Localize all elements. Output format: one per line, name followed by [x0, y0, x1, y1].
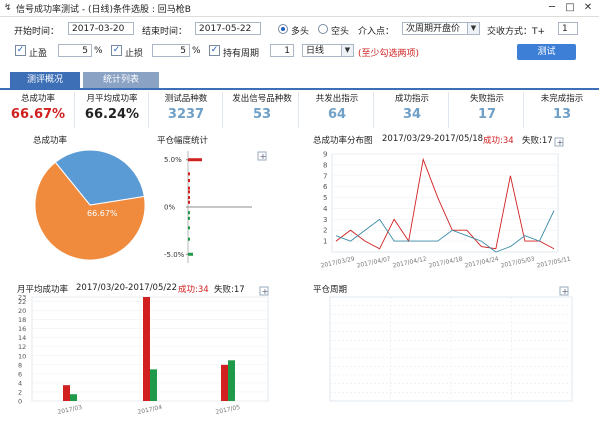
monthly-bar [221, 364, 228, 401]
dist-line-chart: 9876543212017/03/29 2017/04/07 2017/04/12 2… [320, 137, 572, 270]
hist-bar-up [188, 179, 190, 183]
expand-icon-glyph: + [557, 138, 564, 147]
hist-bar-up [188, 186, 190, 190]
hist-bar-down [188, 252, 193, 256]
dist-y-label: 5 [323, 194, 327, 202]
hist-bar-down [188, 211, 190, 215]
hist-bar-up [188, 172, 190, 176]
pie-slice-label: 66.67% [87, 209, 118, 218]
monthly-x-label: 2017/05 [215, 404, 241, 416]
hist-bar-up [188, 200, 190, 204]
hist-bar-down [188, 226, 190, 230]
hold-period-chart: + [329, 286, 573, 402]
hist-chart: 5.0% 0% -5.0% + [164, 151, 267, 263]
pie-chart: 66.67% [34, 149, 146, 261]
dist-x-label: 2017/04/12 [392, 255, 427, 269]
monthly-y-label: 6 [18, 370, 22, 378]
monthly-y-label: 20 [18, 307, 26, 315]
monthly-y-label: 16 [18, 325, 26, 333]
monthly-bar-chart: 2322201816141210864202017/03 2017/04 2017/… [18, 286, 269, 416]
dist-y-label: 3 [323, 216, 327, 224]
hist-bar-down [188, 237, 190, 241]
dist-x-label: 2017/05/11 [536, 255, 571, 269]
dist-y-label: 4 [323, 205, 328, 213]
expand-icon-glyph: + [562, 287, 569, 296]
monthly-y-label: 14 [18, 334, 26, 342]
monthly-x-label: 2017/04 [137, 404, 163, 416]
expand-icon-glyph: + [260, 152, 267, 161]
monthly-bar [143, 297, 150, 401]
monthly-y-label: 10 [18, 352, 26, 360]
monthly-bar [70, 394, 77, 401]
hist-tick-label: -5.0% [164, 251, 185, 259]
monthly-x-label: 2017/03 [57, 404, 83, 416]
dist-y-label: 9 [323, 151, 327, 159]
dist-y-label: 2 [323, 227, 327, 235]
hist-tick-label: 5.0% [164, 156, 182, 164]
monthly-y-label: 4 [18, 379, 22, 387]
monthly-y-label: 22 [18, 298, 26, 306]
dist-x-label: 2017/04/24 [464, 255, 499, 269]
monthly-y-label: 18 [18, 316, 26, 324]
dist-x-label: 2017/04/07 [356, 255, 391, 269]
monthly-bar [150, 369, 157, 401]
hist-bar-up [188, 190, 190, 194]
hist-bar-down [188, 216, 190, 220]
dist-y-label: 8 [323, 161, 327, 169]
monthly-y-label: 12 [18, 343, 26, 351]
monthly-bar [228, 360, 235, 401]
charts-canvas: 66.67% 5.0%0%-5.0%+ 9876543212017/03/29 2… [18, 137, 573, 416]
dist-series-line [335, 210, 555, 253]
monthly-y-label: 8 [18, 361, 22, 369]
dist-x-label: 2017/03/29 [320, 255, 355, 269]
dist-y-label: 1 [323, 238, 327, 246]
dist-y-label: 7 [323, 172, 327, 180]
monthly-y-label: 0 [18, 398, 22, 406]
hist-bar-up [188, 158, 202, 162]
dist-x-label: 2017/04/18 [428, 255, 463, 269]
hist-bar-up [188, 196, 190, 200]
expand-icon-glyph: + [262, 287, 269, 296]
dist-x-label: 2017/05/03 [500, 255, 535, 269]
monthly-y-label: 2 [18, 388, 22, 396]
monthly-bar [63, 385, 70, 401]
hist-tick-label: 0% [164, 204, 175, 212]
dist-y-label: 6 [323, 183, 328, 191]
